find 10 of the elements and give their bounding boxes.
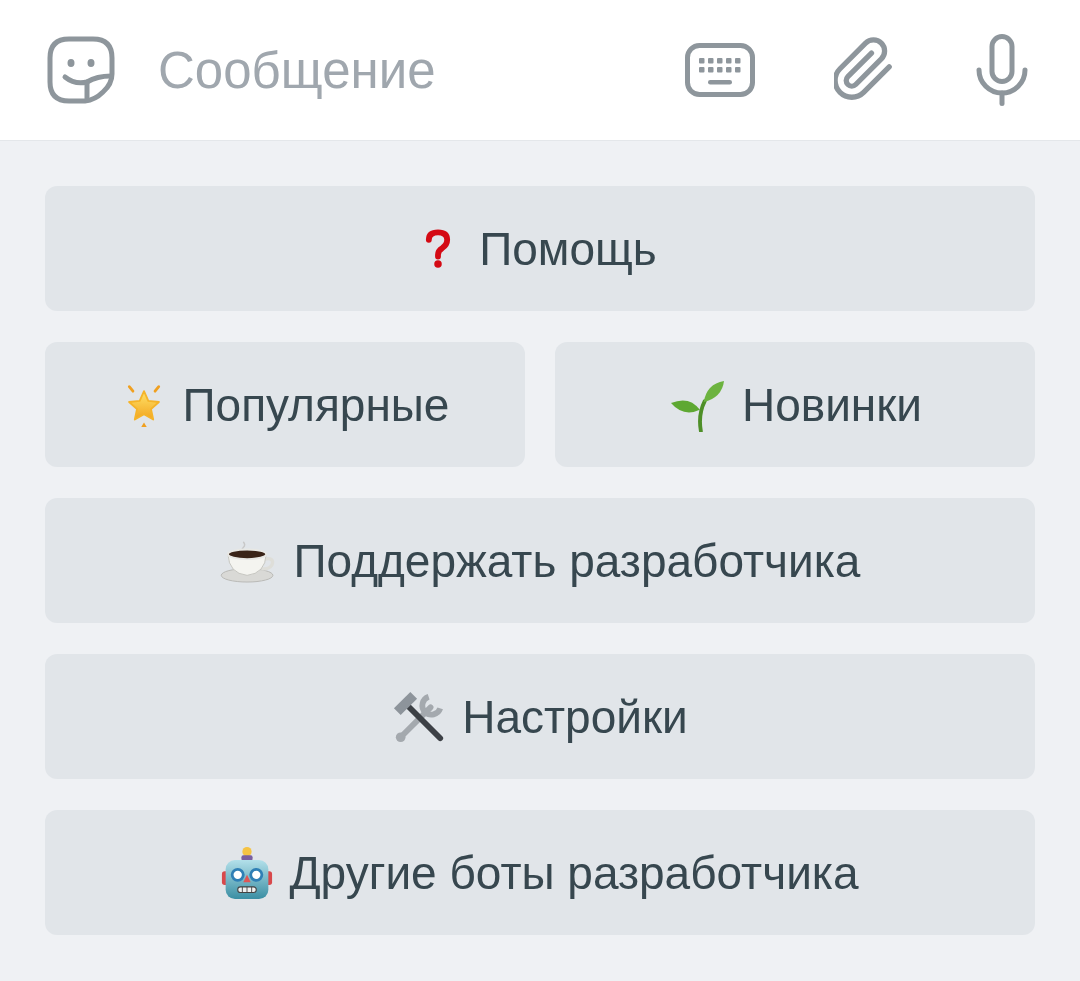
- bot-command-button[interactable]: Помощь: [45, 186, 1035, 311]
- keyboard-icon[interactable]: [685, 43, 755, 97]
- sticker-icon[interactable]: [47, 36, 115, 104]
- microphone-icon[interactable]: [976, 34, 1028, 106]
- bot-command-button[interactable]: Другие боты разработчика: [45, 810, 1035, 935]
- bot-command-button[interactable]: Поддержать разработчика: [45, 498, 1035, 623]
- robot-icon: [221, 845, 274, 900]
- bot-command-button[interactable]: Настройки: [45, 654, 1035, 779]
- bot-command-button[interactable]: Новинки: [555, 342, 1035, 467]
- bot-command-button[interactable]: Популярные: [45, 342, 525, 467]
